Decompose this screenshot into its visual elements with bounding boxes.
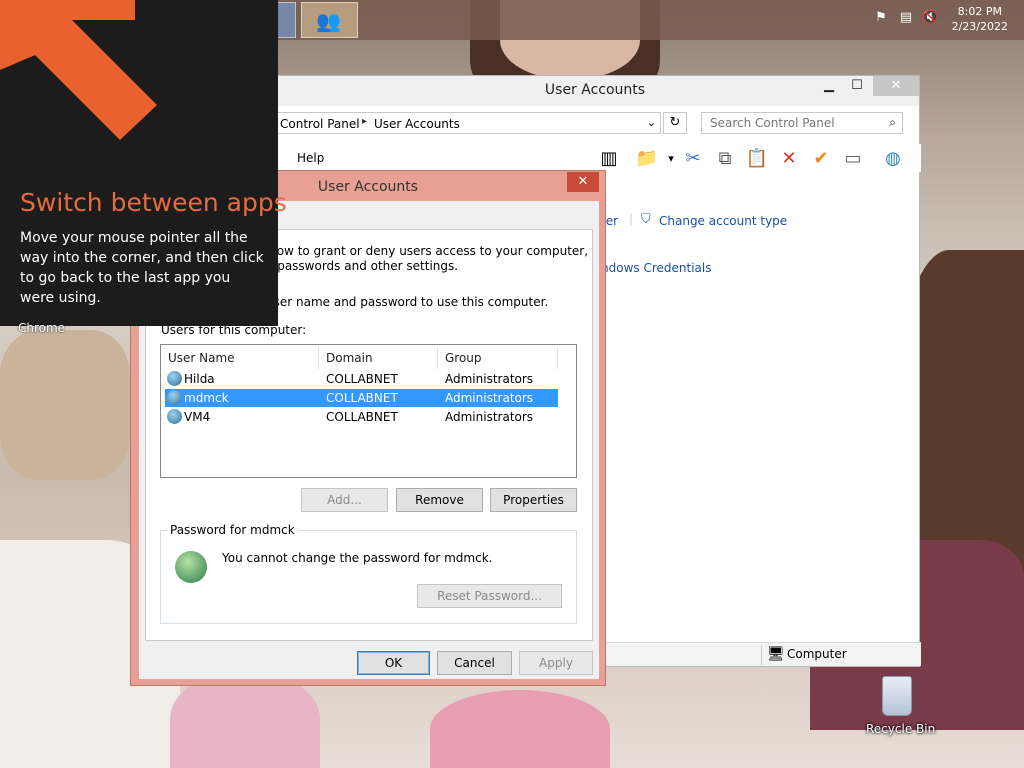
ok-button[interactable]: OK xyxy=(357,651,430,675)
users-icon: 👥 xyxy=(316,9,341,33)
column-header-user-name[interactable]: User Name xyxy=(168,351,235,365)
taskbar-button-user-accounts[interactable]: 👥 xyxy=(301,2,358,38)
user-icon xyxy=(167,390,182,405)
breadcrumb[interactable]: Control Panel ▸ User Accounts ⌄ xyxy=(271,112,661,134)
password-message: You cannot change the password for mdmck… xyxy=(222,551,493,565)
uac-shield-icon: ⛉ xyxy=(641,212,651,227)
address-bar: Control Panel ▸ User Accounts ⌄ ↻ ⌕ xyxy=(271,112,921,136)
column-separator[interactable] xyxy=(318,347,319,369)
link-divider: | xyxy=(629,212,634,226)
wallpaper-sock-right xyxy=(430,690,610,768)
copy-icon[interactable]: ⧉ xyxy=(713,148,737,170)
wallpaper-toy xyxy=(0,330,130,480)
column-separator[interactable] xyxy=(557,347,558,369)
switch-apps-body: Move your mouse pointer all the way into… xyxy=(20,230,264,306)
search-box[interactable]: ⌕ xyxy=(701,112,903,134)
apply-button[interactable]: Apply xyxy=(519,651,593,675)
breadcrumb-control-panel[interactable]: Control Panel xyxy=(280,117,360,131)
switch-apps-title: Switch between apps xyxy=(20,188,287,217)
delete-icon[interactable]: ✕ xyxy=(777,148,801,170)
cell-user-name: Hilda xyxy=(184,372,215,386)
user-password-icon xyxy=(175,551,207,583)
cell-domain: COLLABNET xyxy=(326,410,398,424)
status-computer: Computer xyxy=(787,647,847,661)
checkmark-icon[interactable]: ✔ xyxy=(809,148,833,170)
cell-user-name: mdmck xyxy=(184,391,229,405)
status-divider xyxy=(761,645,762,665)
cell-group: Administrators xyxy=(445,391,534,405)
table-row[interactable]: Hilda COLLABNET Administrators xyxy=(165,370,558,388)
column-header-domain[interactable]: Domain xyxy=(326,351,373,365)
action-center-flag-icon[interactable]: ⚑ xyxy=(873,10,889,26)
search-icon[interactable]: ⌕ xyxy=(889,115,896,130)
refresh-icon[interactable]: ↻ xyxy=(663,112,687,134)
system-clock[interactable]: 8:02 PM 2/23/2022 xyxy=(952,4,1008,34)
breadcrumb-user-accounts[interactable]: User Accounts xyxy=(374,117,460,131)
cell-domain: COLLABNET xyxy=(326,391,398,405)
cancel-button[interactable]: Cancel xyxy=(437,651,512,675)
globe-icon[interactable]: ◍ xyxy=(881,148,905,170)
cut-icon[interactable]: ✂ xyxy=(681,148,705,170)
menu-help[interactable]: Help xyxy=(297,151,324,165)
intro-line-2: e passwords and other settings. xyxy=(266,259,459,273)
close-icon[interactable]: ✕ xyxy=(873,76,919,96)
paste-icon[interactable]: 📋 xyxy=(745,148,769,170)
cell-group: Administrators xyxy=(445,410,534,424)
folder-options-icon[interactable]: 📁 xyxy=(635,148,659,170)
link-windows-credentials[interactable]: ndows Credentials xyxy=(601,261,711,275)
intro-line-1: elow to grant or deny users access to yo… xyxy=(266,244,589,258)
properties-icon[interactable]: ▭ xyxy=(841,148,865,170)
column-separator[interactable] xyxy=(437,347,438,369)
arrow-up-left-icon xyxy=(0,0,157,140)
cell-user-name: VM4 xyxy=(184,410,211,424)
chevron-down-icon[interactable]: ▾ xyxy=(659,148,683,170)
search-input[interactable] xyxy=(702,113,872,133)
reset-password-button[interactable]: Reset Password... xyxy=(417,584,562,608)
must-enter-password-label[interactable]: user name and password to use this compu… xyxy=(266,295,548,309)
remove-user-button[interactable]: Remove xyxy=(396,488,483,512)
breadcrumb-separator-icon[interactable]: ▸ xyxy=(362,116,367,127)
password-groupbox: Password for mdmck You cannot change the… xyxy=(160,523,577,624)
switch-apps-overlay[interactable]: Switch between apps Move your mouse poin… xyxy=(0,0,287,326)
clock-date: 2/23/2022 xyxy=(951,20,1008,33)
table-row[interactable]: VM4 COLLABNET Administrators xyxy=(165,408,558,426)
volume-muted-icon[interactable]: 🔇 xyxy=(922,10,938,26)
control-panel-titlebar[interactable]: User Accounts ▁ ☐ ✕ xyxy=(271,76,919,106)
layout-icon[interactable]: ▥ xyxy=(597,148,621,170)
chevron-down-icon[interactable]: ⌄ xyxy=(647,116,656,129)
computer-icon: 🖥 xyxy=(767,646,785,662)
maximize-icon[interactable]: ☐ xyxy=(843,76,871,96)
clock-time: 8:02 PM xyxy=(957,5,1002,18)
user-icon xyxy=(167,371,182,386)
column-header-group[interactable]: Group xyxy=(445,351,482,365)
desktop-chrome-label[interactable]: Chrome xyxy=(18,321,65,335)
user-icon xyxy=(167,409,182,424)
cell-domain: COLLABNET xyxy=(326,372,398,386)
cell-group: Administrators xyxy=(445,372,534,386)
minimize-icon[interactable]: ▁ xyxy=(815,76,843,96)
users-table[interactable]: User Name Domain Group Hilda COLLABNET A… xyxy=(160,344,577,478)
table-row-selected[interactable]: mdmck COLLABNET Administrators xyxy=(165,389,558,407)
recycle-bin-icon[interactable] xyxy=(882,676,912,716)
link-change-account-type[interactable]: Change account type xyxy=(659,214,787,228)
network-icon[interactable]: ▤ xyxy=(898,10,914,26)
close-icon[interactable]: ✕ xyxy=(567,172,599,192)
add-user-button[interactable]: Add... xyxy=(301,488,388,512)
recycle-bin-label[interactable]: Recycle Bin xyxy=(866,722,935,736)
password-group-legend: Password for mdmck xyxy=(167,523,298,537)
properties-button[interactable]: Properties xyxy=(490,488,577,512)
